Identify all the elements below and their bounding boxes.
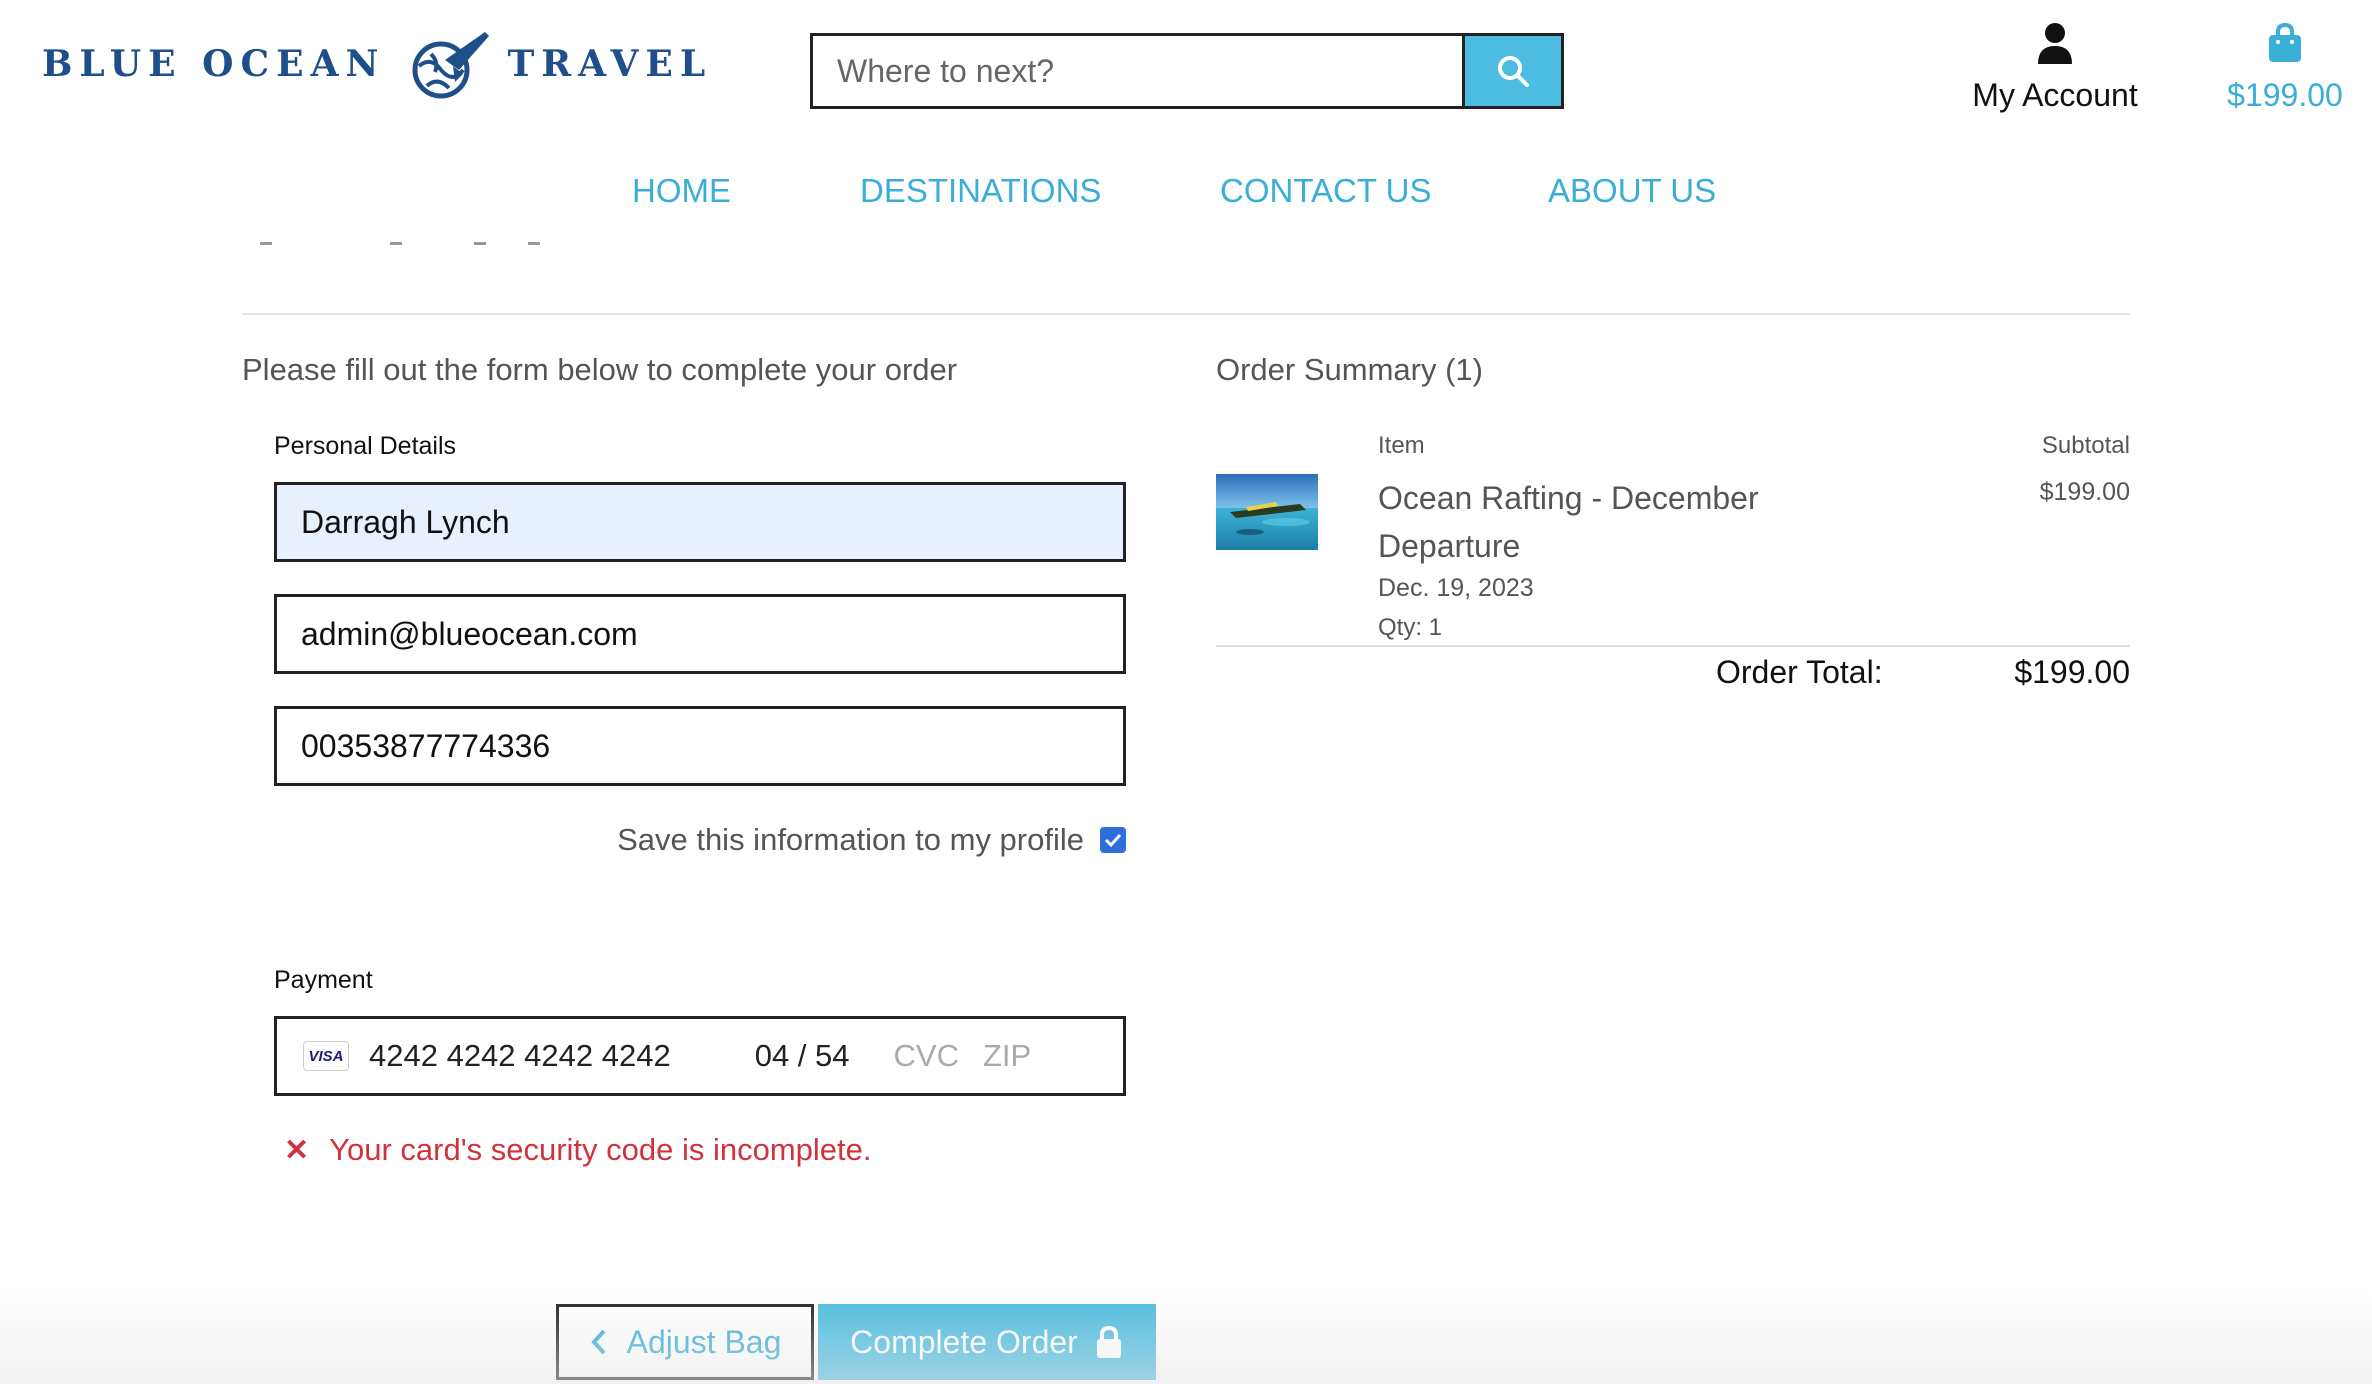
bag-total: $199.00: [2227, 77, 2343, 113]
item-date: Dec. 19, 2023: [1378, 574, 1534, 602]
order-total-value: $199.00: [2014, 654, 2130, 690]
search-input[interactable]: [813, 36, 1462, 106]
save-info-checkbox[interactable]: [1100, 827, 1126, 853]
payment-label: Payment: [274, 966, 373, 994]
visa-card-icon: VISA: [303, 1041, 349, 1071]
summary-divider: [1216, 645, 2130, 647]
checkmark-icon: [1104, 833, 1122, 848]
nav-about-us[interactable]: ABOUT US: [1548, 172, 1716, 210]
complete-order-button[interactable]: Complete Order: [818, 1304, 1156, 1380]
shopping-bag-icon: [2269, 22, 2301, 62]
site-logo[interactable]: BLUE OCEAN TRAVEL: [42, 24, 712, 104]
card-number-input[interactable]: 4242 4242 4242 4242: [369, 1038, 671, 1074]
my-account-link[interactable]: My Account: [1960, 22, 2150, 114]
close-x-icon: ✕: [284, 1133, 310, 1167]
logo-text-left: BLUE OCEAN: [42, 43, 386, 85]
logo-text-right: TRAVEL: [507, 43, 713, 85]
search-button[interactable]: [1462, 36, 1561, 106]
globe-plane-logo-icon: [412, 32, 490, 99]
shopping-bag-link[interactable]: $199.00: [2210, 22, 2360, 114]
nav-destinations[interactable]: DESTINATIONS: [860, 172, 1101, 210]
full-name-field[interactable]: Darragh Lynch: [274, 482, 1126, 562]
section-divider: [242, 313, 2130, 315]
lock-icon: [1096, 1325, 1121, 1358]
card-zip-input[interactable]: ZIP: [983, 1038, 1031, 1074]
item-column-header: Item: [1378, 432, 1425, 459]
search-icon: [1498, 56, 1529, 87]
phone-field[interactable]: 00353877774336: [274, 706, 1126, 786]
card-error-message: ✕ Your card's security code is incomplet…: [284, 1132, 872, 1168]
product-thumbnail-image[interactable]: [1216, 474, 1318, 550]
order-total-label: Order Total:: [1716, 654, 1883, 690]
adjust-bag-label: Adjust Bag: [626, 1323, 782, 1360]
card-expiry-input[interactable]: 04 / 54: [755, 1038, 850, 1074]
save-info-row: Save this information to my profile: [604, 822, 1126, 858]
search-bar: [810, 33, 1564, 109]
adjust-bag-button[interactable]: Adjust Bag: [556, 1304, 814, 1380]
nav-home[interactable]: HOME: [632, 172, 731, 210]
personal-details-label: Personal Details: [274, 432, 457, 460]
card-cvc-input[interactable]: CVC: [894, 1038, 959, 1074]
card-error-text: Your card's security code is incomplete.: [329, 1132, 872, 1167]
save-info-label: Save this information to my profile: [617, 822, 1084, 857]
email-field[interactable]: admin@blueocean.com: [274, 594, 1126, 674]
item-subtotal: $199.00: [2039, 478, 2130, 506]
form-intro-text: Please fill out the form below to comple…: [242, 352, 958, 387]
subtotal-column-header: Subtotal: [2041, 432, 2130, 459]
item-quantity: Qty: 1: [1378, 614, 1443, 641]
cropped-heading-remnant: [260, 242, 540, 245]
my-account-label: My Account: [1972, 77, 2138, 113]
order-summary-title: Order Summary (1): [1216, 352, 1483, 387]
bottom-scroll-shadow: [0, 1290, 2372, 1384]
card-element[interactable]: VISA 4242 4242 4242 4242 04 / 54 CVC ZIP: [274, 1016, 1126, 1096]
nav-contact-us[interactable]: CONTACT US: [1220, 172, 1431, 210]
user-icon: [2038, 23, 2072, 64]
chevron-left-icon: [590, 1329, 606, 1355]
item-name: Ocean Rafting - December Departure: [1378, 480, 1759, 564]
complete-order-label: Complete Order: [850, 1323, 1078, 1360]
